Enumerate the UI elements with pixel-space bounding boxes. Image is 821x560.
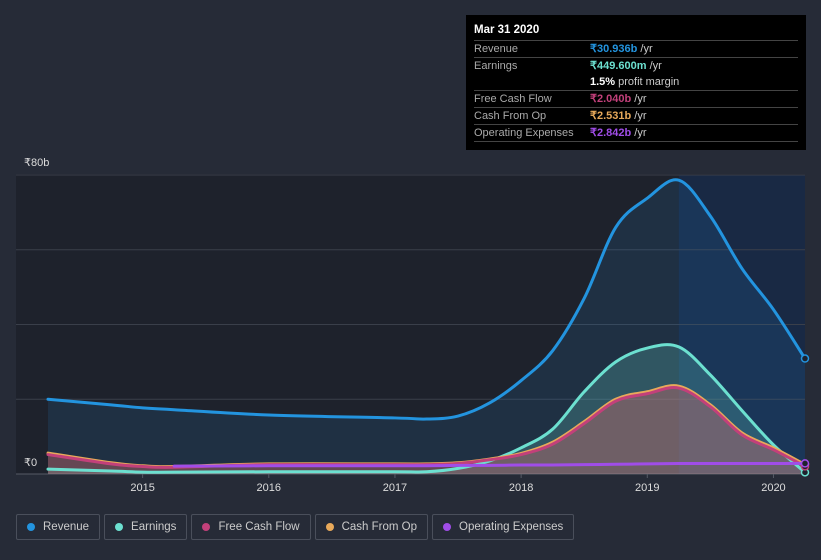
operating-expenses-end-point (800, 459, 810, 468)
tooltip-amount: ₹2.040b (590, 93, 632, 105)
tooltip-amount: ₹2.531b (590, 110, 632, 122)
tooltip-row: Free Cash Flow ₹2.040b /yr (474, 91, 798, 108)
tooltip-label: Revenue (474, 43, 519, 55)
legend-item-cash-from-op[interactable]: Cash From Op (314, 514, 429, 540)
tooltip-date: Mar 31 2020 (474, 23, 798, 41)
legend-label: Free Cash Flow (218, 521, 300, 533)
x-tick-label: 2015 (130, 482, 154, 494)
legend-dot-icon (325, 523, 334, 531)
x-tick-label: 2019 (635, 482, 659, 494)
tooltip-unit: /yr (646, 60, 662, 72)
tooltip-value: ₹2.040b /yr (590, 91, 647, 107)
y-tick-top: ₹80b (24, 157, 49, 169)
tooltip-label: Operating Expenses (474, 127, 574, 139)
tooltip-row: Operating Expenses ₹2.842b /yr (474, 125, 798, 142)
tooltip-unit: /yr (631, 127, 647, 139)
x-tick-label: 2016 (257, 482, 281, 494)
tooltip-row: Earnings ₹449.600m /yr (474, 58, 798, 74)
tooltip-value: ₹30.936b /yr (590, 41, 653, 57)
y-tick-zero: ₹0 (24, 457, 37, 469)
tooltip-row: Cash From Op ₹2.531b /yr (474, 108, 798, 125)
legend-item-revenue[interactable]: Revenue (16, 514, 101, 540)
tooltip-amount: ₹2.842b (590, 127, 632, 139)
tooltip: Mar 31 2020 Revenue ₹30.936b /yr Earnings ₹… (466, 15, 806, 150)
x-tick-label: 2018 (509, 482, 533, 494)
x-tick-label: 2020 (761, 482, 785, 494)
legend-dot-icon (443, 523, 452, 531)
tooltip-value: ₹2.842b /yr (590, 125, 647, 141)
tooltip-unit: /yr (631, 93, 647, 105)
tooltip-value: ₹449.600m /yr (590, 58, 662, 74)
tooltip-amount: ₹30.936b (590, 43, 638, 55)
tooltip-unit: profit margin (615, 76, 680, 88)
legend-dot-icon (27, 523, 35, 531)
x-tick-label: 2017 (383, 482, 407, 494)
tooltip-label (474, 74, 590, 90)
legend-label: Revenue (43, 521, 90, 533)
tooltip-unit: /yr (631, 110, 647, 122)
tooltip-value: ₹2.531b /yr (590, 108, 647, 124)
legend-label: Earnings (131, 521, 177, 533)
tooltip-amount: ₹449.600m (590, 60, 647, 72)
legend-dot-icon (115, 523, 124, 531)
legend-item-free-cash-flow[interactable]: Free Cash Flow (191, 514, 311, 540)
tooltip-amount: 1.5% (590, 76, 616, 88)
tooltip-label: Free Cash Flow (474, 93, 552, 105)
tooltip-value: 1.5% profit margin (590, 74, 679, 90)
legend-label: Cash From Op (341, 521, 418, 533)
tooltip-row: 1.5% profit margin (474, 74, 798, 91)
tooltip-label: Earnings (474, 60, 518, 72)
legend-dot-icon (202, 523, 211, 531)
tooltip-row: Revenue ₹30.936b /yr (474, 41, 798, 58)
legend-item-operating-expenses[interactable]: Operating Expenses (432, 514, 575, 540)
legend-item-earnings[interactable]: Earnings (104, 514, 188, 540)
revenue-end-point (800, 354, 810, 363)
tooltip-label: Cash From Op (474, 110, 547, 122)
legend-label: Operating Expenses (459, 521, 564, 533)
legend: Revenue Earnings Free Cash Flow Cash From O… (16, 514, 575, 540)
tooltip-unit: /yr (637, 43, 653, 55)
